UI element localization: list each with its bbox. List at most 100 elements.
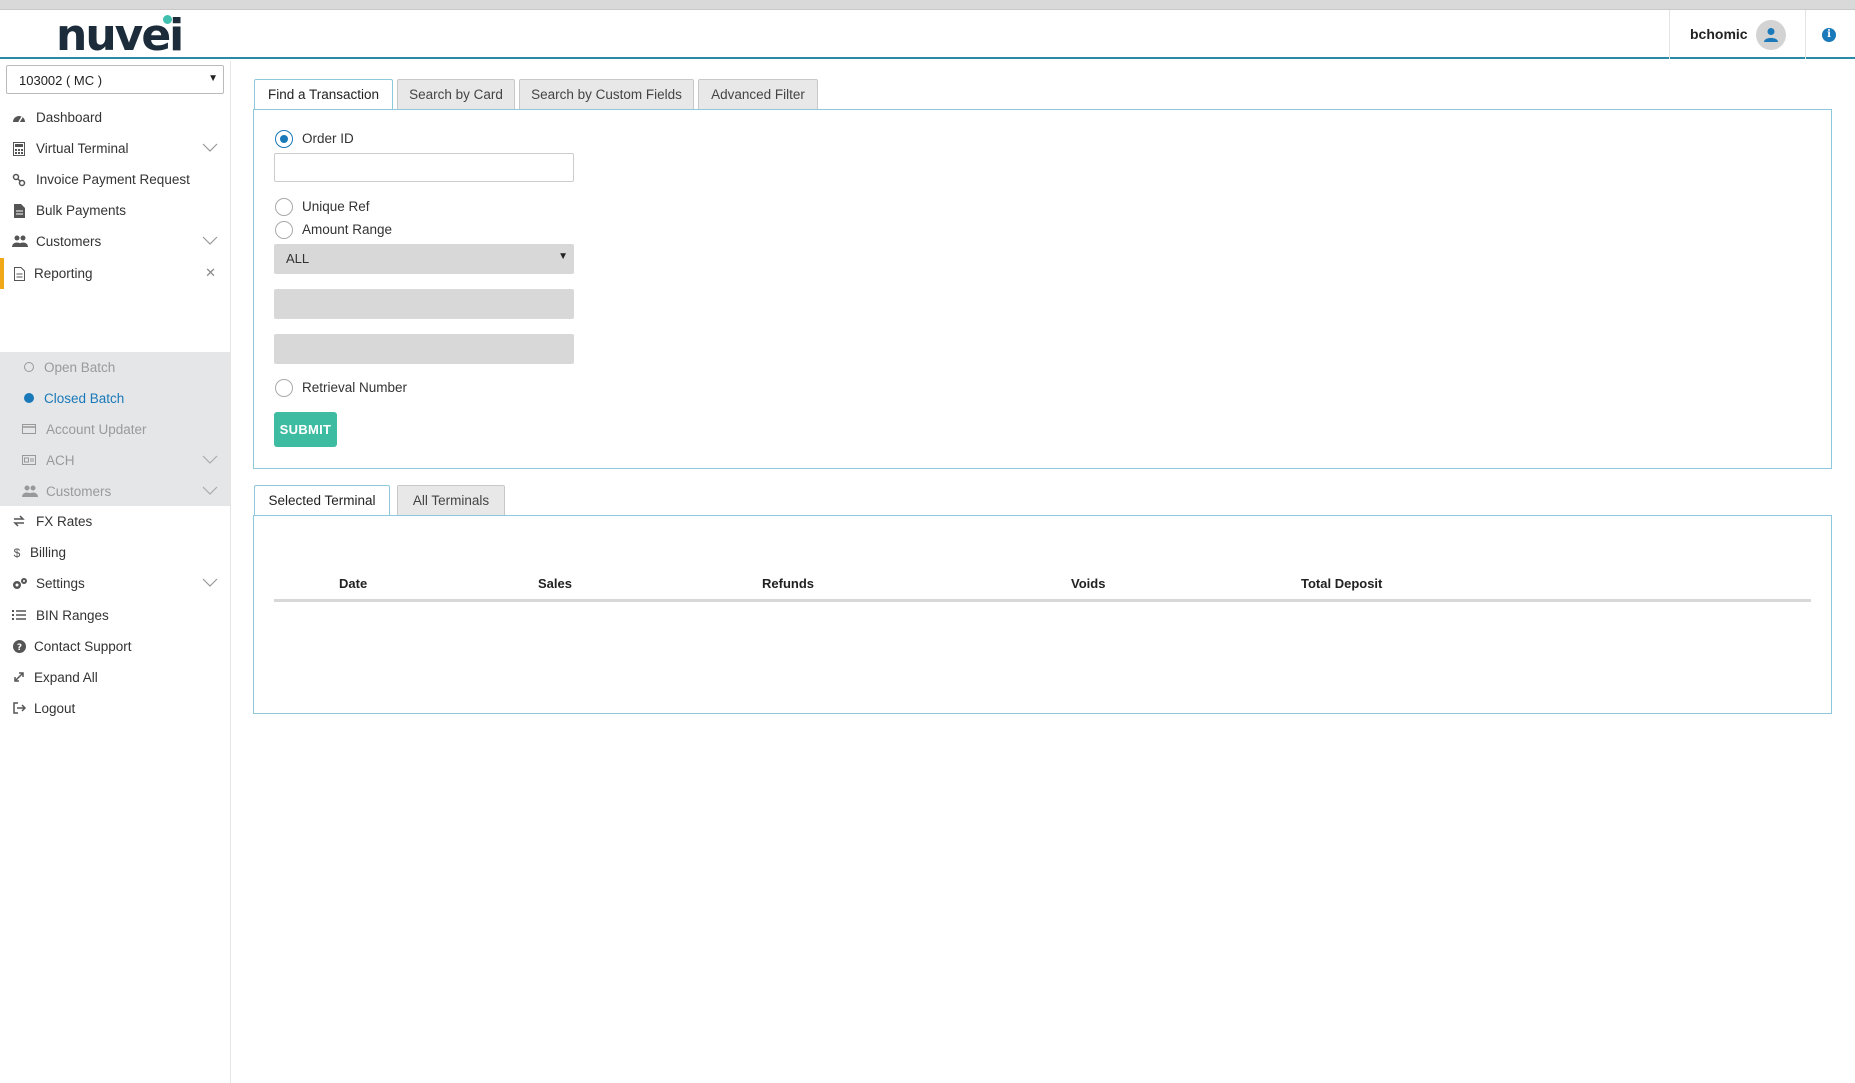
avatar[interactable] — [1756, 20, 1786, 50]
sidebar-item-settings[interactable]: Settings — [0, 568, 230, 599]
tab-search-by-custom-fields[interactable]: Search by Custom Fields — [519, 79, 694, 109]
tab-selected-terminal[interactable]: Selected Terminal — [254, 485, 390, 516]
submenu-item-open-batch[interactable]: Open Batch — [0, 352, 230, 383]
amount-range-label: Amount Range — [302, 222, 393, 237]
close-icon[interactable]: ✕ — [205, 265, 216, 281]
report-icon — [12, 267, 26, 281]
app-header: nuvei bchomic i — [0, 10, 1855, 59]
sidebar-item-bin-ranges[interactable]: BIN Ranges — [0, 600, 230, 631]
submenu-item-label: Open Batch — [44, 360, 116, 375]
unique-ref-label: Unique Ref — [302, 199, 370, 214]
tab-advanced-filter[interactable]: Advanced Filter — [698, 79, 818, 109]
column-header-voids: Voids — [1071, 576, 1106, 591]
order-id-input[interactable] — [274, 153, 574, 182]
sidebar-item-label: Reporting — [34, 266, 93, 281]
dollar-icon: $ — [13, 546, 21, 560]
question-icon: ? — [12, 640, 26, 654]
submenu-item-account-updater[interactable]: Account Updater — [0, 414, 230, 445]
sidebar-item-expand-all[interactable]: Expand All — [0, 662, 230, 693]
expand-icon — [12, 671, 26, 685]
retrieval-number-radio[interactable] — [275, 379, 293, 397]
dashboard-icon — [12, 111, 26, 125]
calculator-icon — [12, 142, 26, 156]
chevron-down-icon — [202, 455, 218, 464]
terminal-summary-panel: Date Sales Refunds Voids Total Deposit — [253, 515, 1832, 714]
logo-dot — [163, 15, 172, 24]
submit-button[interactable]: SUBMIT — [274, 412, 337, 447]
document-icon — [12, 204, 26, 218]
sidebar-item-dashboard[interactable]: Dashboard — [0, 102, 230, 133]
column-header-date: Date — [339, 576, 368, 591]
submenu-item-label: Account Updater — [46, 422, 147, 437]
sidebar-item-virtual-terminal[interactable]: Virtual Terminal — [0, 133, 230, 164]
link-icon — [12, 173, 26, 187]
sidebar-item-label: FX Rates — [36, 514, 93, 529]
amount-range-radio[interactable] — [275, 221, 293, 239]
chevron-down-icon — [202, 486, 218, 495]
amount-range-select-value: ALL — [286, 251, 310, 266]
sidebar-item-reporting[interactable]: Reporting ✕ — [0, 258, 230, 289]
circle-outline-icon — [22, 361, 36, 375]
submenu-item-label: Customers — [46, 484, 112, 499]
amount-from-input[interactable] — [274, 289, 574, 319]
sidebar: 103002 ( MC ) ▼ Dashboard Virtual Termin… — [0, 61, 231, 1083]
users-icon — [22, 485, 38, 499]
amount-to-input[interactable] — [274, 334, 574, 364]
amount-range-select[interactable]: ALL ▼ — [274, 244, 574, 274]
username: bchomic — [1690, 26, 1748, 42]
svg-text:?: ? — [16, 643, 21, 653]
column-header-sales: Sales — [538, 576, 572, 591]
sidebar-item-label: Billing — [30, 545, 67, 560]
sidebar-item-fx-rates[interactable]: FX Rates — [0, 506, 230, 537]
sidebar-item-billing[interactable]: $ Billing — [0, 537, 230, 568]
sidebar-item-customers[interactable]: Customers — [0, 226, 230, 257]
user-menu[interactable]: bchomic — [1669, 10, 1806, 59]
sidebar-item-label: Virtual Terminal — [36, 141, 129, 156]
tab-find-a-transaction[interactable]: Find a Transaction — [254, 79, 393, 110]
list-icon — [12, 609, 26, 623]
sidebar-item-bulk-payments[interactable]: Bulk Payments — [0, 195, 230, 226]
unique-ref-radio[interactable] — [275, 198, 293, 216]
caret-down-icon: ▼ — [208, 73, 218, 84]
submenu-item-label: ACH — [46, 453, 75, 468]
gears-icon — [12, 577, 27, 591]
submenu-item-ach[interactable]: ACH — [0, 445, 230, 476]
sidebar-item-label: Dashboard — [36, 110, 103, 125]
circle-filled-icon — [22, 392, 36, 406]
column-header-refunds: Refunds — [762, 576, 814, 591]
tab-search-by-card[interactable]: Search by Card — [397, 79, 515, 109]
table-header-divider — [274, 599, 1811, 602]
browser-top-strip — [0, 0, 1855, 10]
user-icon — [1764, 28, 1778, 42]
submenu-item-customers[interactable]: Customers — [0, 476, 230, 507]
info-icon[interactable]: i — [1822, 28, 1836, 42]
chevron-down-icon — [202, 236, 218, 245]
sidebar-item-label: Bulk Payments — [36, 203, 127, 218]
caret-down-icon: ▼ — [558, 251, 568, 262]
tab-all-terminals[interactable]: All Terminals — [397, 485, 505, 515]
merchant-select-value: 103002 ( MC ) — [19, 73, 103, 88]
submenu-item-closed-batch[interactable]: Closed Batch — [0, 383, 230, 414]
credit-card-icon — [22, 423, 36, 437]
logout-icon — [12, 702, 26, 716]
users-icon — [12, 235, 28, 249]
retrieval-number-label: Retrieval Number — [302, 380, 408, 395]
column-header-total-deposit: Total Deposit — [1301, 576, 1383, 591]
bank-card-icon — [22, 454, 36, 468]
exchange-icon — [12, 515, 26, 529]
sidebar-item-contact-support[interactable]: ? Contact Support — [0, 631, 230, 662]
chevron-down-icon — [202, 578, 218, 587]
sidebar-item-label: Customers — [36, 234, 102, 249]
sidebar-item-label: Logout — [34, 701, 76, 716]
order-id-label: Order ID — [302, 131, 354, 146]
chevron-down-icon — [202, 143, 218, 152]
reporting-submenu: Open Batch Closed Batch Account Updater … — [0, 352, 230, 506]
order-id-radio[interactable] — [275, 130, 293, 148]
sidebar-item-label: Settings — [36, 576, 85, 591]
sidebar-item-logout[interactable]: Logout — [0, 693, 230, 724]
merchant-select[interactable]: 103002 ( MC ) ▼ — [6, 65, 224, 94]
sidebar-item-label: Invoice Payment Request — [36, 172, 190, 187]
submenu-item-label: Closed Batch — [44, 391, 125, 406]
sidebar-item-label: BIN Ranges — [36, 608, 109, 623]
sidebar-item-invoice-payment-request[interactable]: Invoice Payment Request — [0, 164, 230, 195]
